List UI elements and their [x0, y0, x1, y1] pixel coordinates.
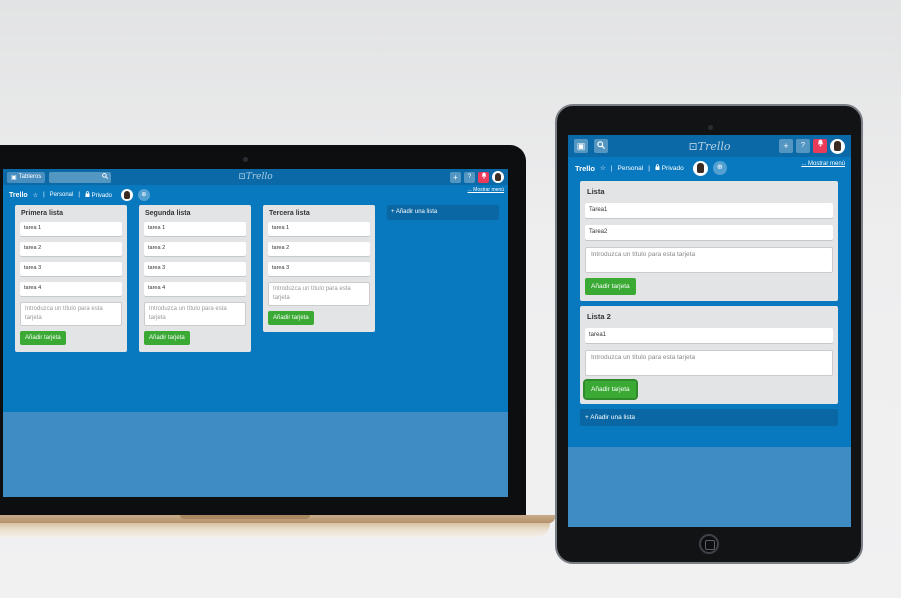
- board-title[interactable]: Trello: [575, 164, 595, 173]
- card-title-input[interactable]: Introduzca un título para esta tarjeta: [585, 350, 833, 376]
- card[interactable]: tarea 1: [20, 222, 122, 236]
- lock-icon: [85, 191, 92, 199]
- show-menu-link[interactable]: ... Mostrar menú: [468, 187, 504, 193]
- info-icon[interactable]: ?: [796, 139, 810, 153]
- trello-logo[interactable]: ⊡Trello: [238, 172, 272, 182]
- laptop-camera: [243, 157, 248, 162]
- plus-icon[interactable]: +: [779, 139, 793, 153]
- top-header: ▣ Tableros ⊡Trello + ?: [3, 169, 508, 185]
- bell-icon[interactable]: [813, 139, 827, 153]
- logo-text: Trello: [697, 139, 731, 153]
- card[interactable]: tarea 4: [144, 282, 246, 296]
- avatar[interactable]: [830, 138, 845, 154]
- tablet-camera: [708, 125, 713, 130]
- visibility-label: Privado: [661, 165, 684, 172]
- visibility-label: Privado: [91, 193, 112, 199]
- card[interactable]: tarea 2: [20, 242, 122, 256]
- list: Lista 2 tarea1 Introduzca un título para…: [580, 306, 838, 404]
- card[interactable]: tarea1: [585, 328, 833, 343]
- card[interactable]: tarea 2: [144, 242, 246, 256]
- separator: |: [648, 164, 650, 172]
- star-icon[interactable]: ☆: [600, 164, 606, 172]
- list: Tercera lista tarea 1 tarea 2 tarea 3 In…: [263, 205, 375, 332]
- separator: |: [610, 164, 613, 172]
- list: Primera lista tarea 1 tarea 2 tarea 3 ta…: [15, 205, 127, 352]
- member-avatar[interactable]: [120, 189, 133, 201]
- board-icon: ▣: [11, 174, 17, 181]
- board-icon[interactable]: ▣: [574, 139, 588, 153]
- card[interactable]: tarea 3: [20, 262, 122, 276]
- header-actions: + ?: [450, 171, 504, 183]
- info-icon[interactable]: ?: [464, 171, 475, 183]
- add-card-button[interactable]: Añadir tarjeta: [20, 331, 66, 345]
- tablet-screen: ▣ ⊡Trello + ? Trello ☆ | Personal | Priv…: [568, 135, 851, 527]
- lists-container: Primera lista tarea 1 tarea 2 tarea 3 ta…: [15, 205, 499, 352]
- list: Lista Tarea1 Tarea2 Introduzca un título…: [580, 181, 838, 301]
- laptop-base-lip: [0, 523, 550, 537]
- add-card-button[interactable]: Añadir tarjeta: [583, 379, 638, 400]
- card[interactable]: tarea 4: [20, 282, 122, 296]
- laptop-notch: [180, 515, 310, 519]
- list: Segunda lista tarea 1 tarea 2 tarea 3 ta…: [139, 205, 251, 352]
- card[interactable]: tarea 3: [144, 262, 246, 276]
- home-button[interactable]: [699, 534, 719, 554]
- search-icon[interactable]: [594, 139, 608, 153]
- search-input[interactable]: [49, 171, 112, 183]
- boards-button[interactable]: ▣ Tableros: [7, 171, 46, 183]
- logo-text: Trello: [245, 172, 273, 182]
- bell-icon[interactable]: [478, 171, 489, 183]
- laptop-frame: ▣ Tableros ⊡Trello + ? Trello ☆ | Person…: [0, 145, 526, 515]
- card[interactable]: tarea 2: [268, 242, 370, 256]
- logo-icon: ⊡: [688, 139, 698, 153]
- lists-container: Lista Tarea1 Tarea2 Introduzca un título…: [580, 181, 838, 426]
- add-card-button[interactable]: Añadir tarjeta: [144, 331, 190, 345]
- add-card-button[interactable]: Añadir tarjeta: [585, 278, 636, 295]
- add-list-button[interactable]: + Añadir una lista: [387, 205, 499, 220]
- star-icon[interactable]: ☆: [33, 192, 38, 199]
- board-header: Trello ☆ | Personal | Privado ⊕ ... Most…: [568, 157, 851, 179]
- board-title[interactable]: Trello: [9, 192, 28, 199]
- team-label[interactable]: Personal: [618, 165, 644, 172]
- list-title[interactable]: Lista: [585, 187, 833, 203]
- visibility-button[interactable]: Privado: [655, 164, 684, 172]
- card[interactable]: tarea 3: [268, 262, 370, 276]
- boards-button-label: Tableros: [18, 174, 42, 180]
- trello-logo[interactable]: ⊡Trello: [689, 140, 731, 153]
- lock-icon: [655, 164, 662, 172]
- plus-icon[interactable]: +: [450, 171, 461, 183]
- list-title[interactable]: Tercera lista: [268, 210, 370, 222]
- add-list-button[interactable]: + Añadir una lista: [580, 409, 838, 426]
- list-title[interactable]: Segunda lista: [144, 210, 246, 222]
- board-background-lower: [568, 447, 851, 527]
- device-mockup-scene: ▣ Tableros ⊡Trello + ? Trello ☆ | Person…: [0, 0, 901, 598]
- board-background-lower: [3, 412, 508, 497]
- header-actions: + ?: [779, 138, 845, 154]
- board-header: Trello ☆ | Personal | Privado ⊕ ... Most…: [3, 185, 508, 205]
- avatar[interactable]: [492, 171, 504, 183]
- tablet-frame: ▣ ⊡Trello + ? Trello ☆ | Personal | Priv…: [555, 104, 863, 564]
- add-card-button[interactable]: Añadir tarjeta: [268, 311, 314, 325]
- card[interactable]: Tarea1: [585, 203, 833, 218]
- card-title-input[interactable]: Introduzca un título para esta tarjeta: [585, 247, 833, 273]
- visibility-button[interactable]: Privado: [85, 191, 112, 199]
- show-menu-link[interactable]: ... Mostrar menú: [801, 161, 845, 167]
- laptop-screen: ▣ Tableros ⊡Trello + ? Trello ☆ | Person…: [3, 169, 508, 497]
- card-title-input[interactable]: Introduzca un título para esta tarjeta: [20, 302, 122, 326]
- card[interactable]: tarea 1: [268, 222, 370, 236]
- top-header: ▣ ⊡Trello + ?: [568, 135, 851, 157]
- list-title[interactable]: Primera lista: [20, 210, 122, 222]
- invite-icon[interactable]: ⊕: [712, 161, 727, 175]
- search-icon: [102, 173, 109, 181]
- card-title-input[interactable]: Introduzca un título para esta tarjeta: [268, 282, 370, 306]
- team-label[interactable]: Personal: [50, 192, 74, 198]
- separator: |: [78, 192, 80, 198]
- logo-icon: ⊡: [238, 172, 246, 182]
- card-title-input[interactable]: Introduzca un título para esta tarjeta: [144, 302, 246, 326]
- list-title[interactable]: Lista 2: [585, 312, 833, 328]
- invite-icon[interactable]: ⊕: [137, 189, 150, 201]
- separator: |: [43, 192, 45, 198]
- card[interactable]: Tarea2: [585, 225, 833, 240]
- member-avatar[interactable]: [692, 160, 708, 176]
- card[interactable]: tarea 1: [144, 222, 246, 236]
